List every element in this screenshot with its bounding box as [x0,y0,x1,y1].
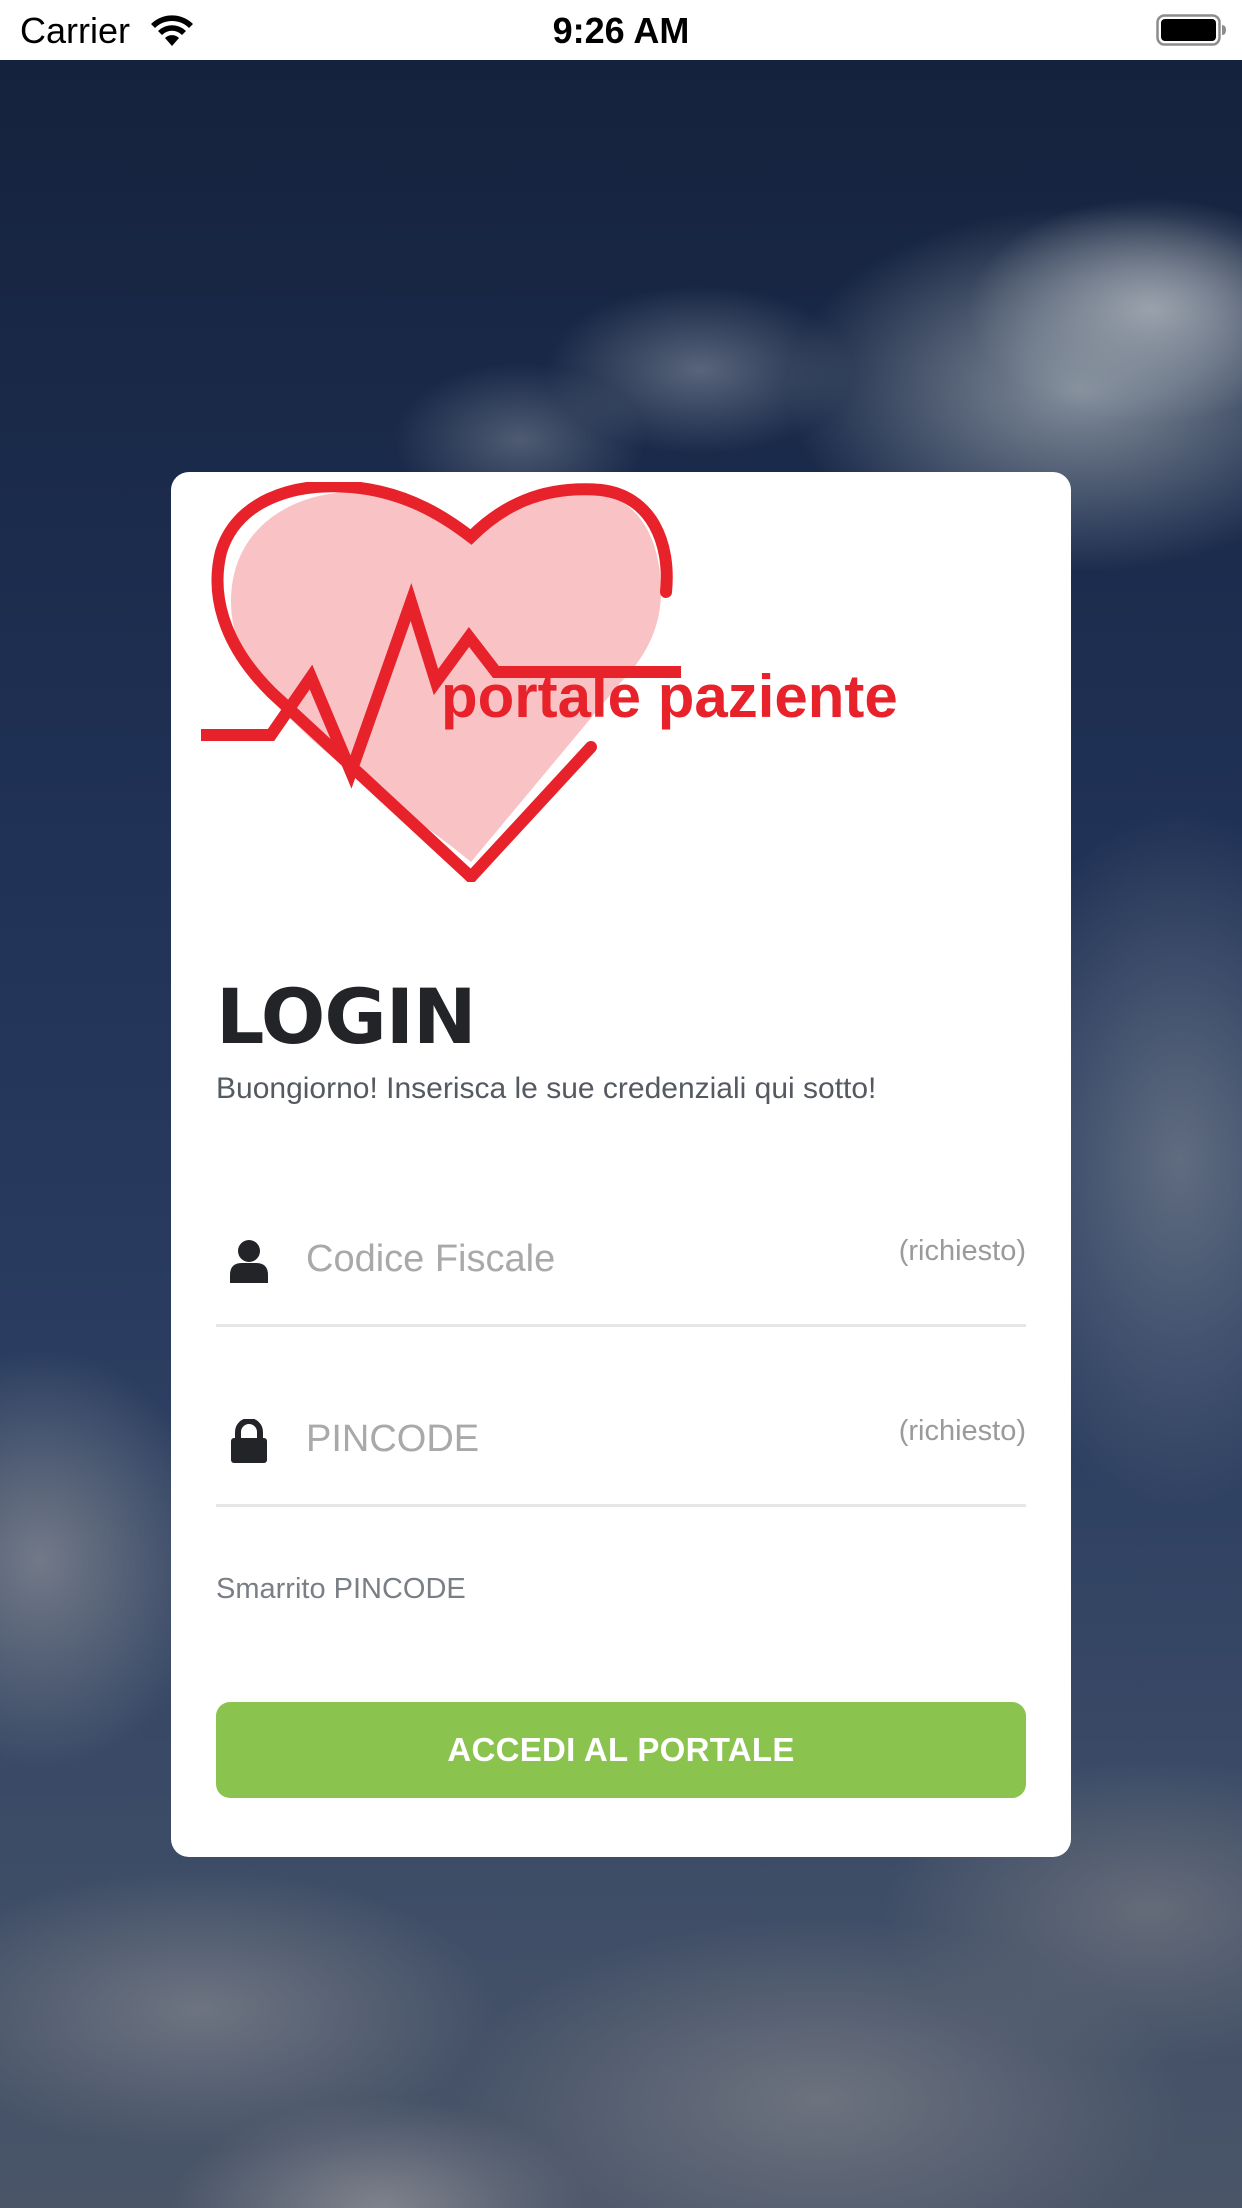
page-title: LOGIN [216,972,477,1061]
lost-pincode-link[interactable]: Smarrito PINCODE [216,1573,466,1606]
page-subtitle: Buongiorno! Inserisca le sue credenziali… [216,1072,877,1105]
battery-full-icon [1156,14,1226,46]
codice-fiscale-field: (richiesto) [216,1187,1026,1327]
required-label: (richiesto) [898,1415,1026,1447]
pincode-input[interactable] [306,1411,866,1467]
portale-paziente-logo: portale paziente [201,482,898,882]
codice-fiscale-input[interactable] [306,1231,866,1287]
user-icon [230,1240,268,1283]
pincode-field: (richiesto) [216,1367,1026,1507]
clock: 9:26 AM [552,10,690,51]
lock-icon [231,1419,267,1463]
status-bar: Carrier 9:26 AM [0,0,1242,60]
logo-text: portale paziente [441,663,898,730]
login-card: portale paziente LOGIN Buongiorno! Inser… [171,472,1071,1857]
required-label: (richiesto) [898,1235,1026,1267]
login-submit-button[interactable]: ACCEDI AL PORTALE [216,1702,1026,1798]
